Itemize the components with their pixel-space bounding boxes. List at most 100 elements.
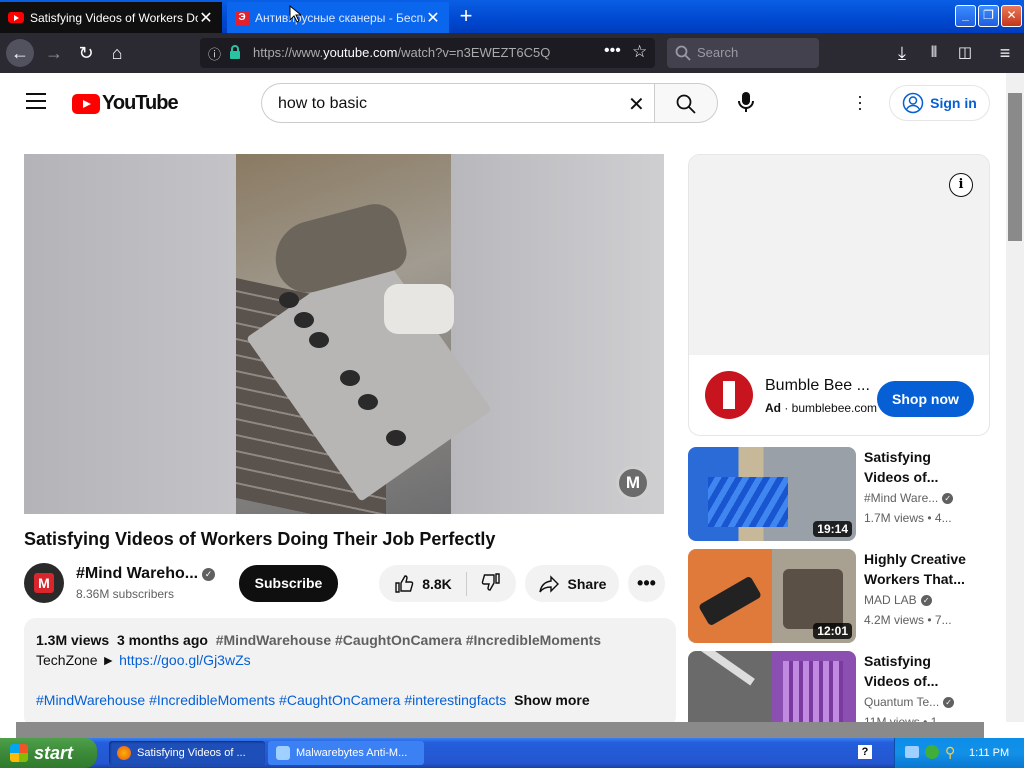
new-tab-button[interactable]: + (455, 4, 477, 28)
minimize-window-button[interactable]: _ (955, 5, 976, 27)
search-query: how to basic (278, 95, 367, 112)
voice-search-icon[interactable] (737, 91, 755, 118)
info-icon[interactable]: ⓘ (208, 44, 221, 63)
description-link[interactable]: https://goo.gl/Gj3wZs (119, 652, 251, 668)
channel-name[interactable]: MAD LAB ✓ (864, 593, 932, 607)
channel-avatar-letter: M (34, 573, 54, 593)
like-count: 8.8K (422, 575, 452, 592)
library-icon[interactable]: ⫴ (920, 39, 948, 67)
gloved-hand-image (384, 284, 454, 334)
forward-button[interactable]: → (40, 39, 68, 67)
share-button[interactable]: Share (525, 565, 619, 602)
verified-badge-icon: ✓ (920, 595, 932, 607)
video-thumbnail[interactable]: 12:01 (688, 549, 856, 643)
sidebar-icon[interactable]: ◫ (951, 39, 979, 67)
tab-youtube[interactable]: Satisfying Videos of Workers Doing Their… (0, 2, 222, 33)
recommended-video[interactable]: 19:14 Satisfying Videos of... #Mind Ware… (688, 447, 990, 541)
menu-icon[interactable]: ≡ (991, 39, 1019, 67)
description-hashtags[interactable]: #MindWarehouse #CaughtOnCamera #Incredib… (216, 632, 601, 648)
description-box[interactable]: 1.3M views 3 months ago #MindWarehouse #… (24, 618, 676, 728)
video-meta: 1.7M views • 4... (864, 511, 952, 525)
subscribe-button[interactable]: Subscribe (239, 565, 338, 602)
description-meta: 1.3M views 3 months ago #MindWarehouse #… (36, 630, 664, 650)
lock-icon[interactable] (229, 44, 240, 59)
verified-badge-icon: ✓ (942, 493, 954, 505)
advertiser-name: Bumble Bee ... (765, 377, 870, 394)
more-horizontal-icon: ••• (637, 573, 656, 593)
recommended-video[interactable]: Satisfying Videos of... Quantum Te... ✓ 1… (688, 651, 990, 723)
settings-more-icon[interactable]: · · · (855, 87, 865, 117)
channel-name[interactable]: Quantum Te... ✓ (864, 695, 955, 709)
scrollbar-thumb[interactable] (1008, 93, 1022, 241)
like-button[interactable]: 8.8K (394, 574, 452, 594)
like-dislike-group: 8.8K (379, 565, 516, 602)
video-title: Satisfying Videos of Workers Doing Their… (24, 529, 496, 549)
browser-tab-strip: Satisfying Videos of Workers Doing Their… (0, 0, 1024, 33)
recommended-video[interactable]: 12:01 Highly Creative Workers That... MA… (688, 549, 990, 643)
browser-search-field[interactable]: Search (667, 38, 819, 68)
back-button[interactable]: ← (6, 39, 34, 67)
ad-media[interactable] (689, 155, 989, 355)
video-title[interactable]: Satisfying Videos of... (864, 447, 976, 487)
video-title[interactable]: Highly Creative Workers That... (864, 549, 976, 589)
url-bar[interactable]: ⓘ https://www.youtube.com/watch?v=n3EWEZ… (200, 38, 655, 68)
clear-search-icon[interactable]: ✕ (628, 92, 645, 117)
task-label: Satisfying Videos of ... (137, 747, 246, 759)
ad-card[interactable]: i Bumble Bee ... Ad · bumblebee.com Shop… (688, 154, 990, 436)
sign-in-button[interactable]: Sign in (889, 85, 990, 121)
verified-badge-icon: ✓ (202, 568, 215, 581)
shop-now-button[interactable]: Shop now (877, 381, 974, 417)
downloads-icon[interactable]: ⤓ (888, 39, 916, 67)
dislike-button[interactable] (481, 572, 501, 595)
channel-name[interactable]: #Mind Wareho... (76, 565, 198, 583)
tray-search-icon[interactable]: ⚲ (945, 744, 955, 761)
thumbs-down-icon (481, 573, 500, 591)
channel-name[interactable]: #Mind Ware... ✓ (864, 491, 954, 505)
start-button[interactable]: start (0, 738, 97, 768)
tab-title: Антивирусные сканеры - Бесплатно (255, 10, 425, 25)
video-thumbnail[interactable] (688, 651, 856, 723)
search-placeholder: Search (697, 45, 739, 60)
scrollbar-thumb[interactable] (16, 722, 984, 738)
more-actions-button[interactable]: ••• (628, 565, 665, 602)
taskbar-item-malwarebytes[interactable]: Malwarebytes Anti-M... (268, 741, 424, 765)
start-label: start (34, 742, 74, 763)
tab-antivirus[interactable]: Э Антивирусные сканеры - Бесплатно ✕ (227, 2, 449, 33)
video-title[interactable]: Satisfying Videos of... (864, 651, 976, 691)
video-thumbnail[interactable]: 19:14 (688, 447, 856, 541)
video-player[interactable]: M (24, 154, 664, 514)
show-more-button[interactable]: Show more (514, 692, 589, 708)
firefox-icon (117, 746, 131, 760)
close-window-button[interactable]: ✕ (1001, 5, 1022, 27)
taskbar-item-firefox[interactable]: Satisfying Videos of ... (109, 741, 265, 765)
help-icon[interactable]: ? (858, 745, 872, 759)
search-button[interactable] (654, 83, 718, 123)
guide-menu-icon[interactable] (26, 93, 46, 109)
browser-toolbar: ← → ↻ ⌂ ⓘ https://www.youtube.com/watch?… (0, 33, 1024, 73)
video-duration: 19:14 (813, 521, 852, 537)
channel-watermark[interactable]: M (616, 466, 650, 500)
description-tags[interactable]: #MindWarehouse #IncredibleMoments #Caugh… (36, 692, 506, 708)
close-tab-icon[interactable]: ✕ (425, 8, 441, 28)
restore-window-button[interactable]: ❐ (978, 5, 999, 27)
ad-info-icon[interactable]: i (949, 173, 973, 197)
description-line: TechZone ► https://goo.gl/Gj3wZs (36, 650, 664, 670)
search-input[interactable]: how to basic ✕ (261, 83, 654, 123)
tray-security-icon[interactable] (925, 745, 939, 759)
video-duration: 12:01 (813, 623, 852, 639)
tray-malwarebytes-icon[interactable] (905, 746, 919, 758)
close-tab-icon[interactable]: ✕ (198, 8, 214, 28)
windows-logo-icon (10, 744, 28, 762)
page-actions-icon[interactable]: ••• (604, 42, 621, 60)
search-icon (675, 45, 691, 61)
reload-button[interactable]: ↻ (72, 39, 100, 67)
channel-avatar[interactable]: M (24, 563, 64, 603)
youtube-favicon-icon (8, 12, 24, 23)
sign-in-label: Sign in (930, 95, 977, 111)
malwarebytes-icon (276, 746, 290, 760)
ad-label: Ad · bumblebee.com (765, 401, 878, 415)
vertical-scrollbar[interactable] (1006, 73, 1024, 723)
home-button[interactable]: ⌂ (103, 39, 131, 67)
bookmark-star-icon[interactable]: ☆ (632, 42, 647, 62)
youtube-logo[interactable]: YouTube (72, 92, 179, 115)
